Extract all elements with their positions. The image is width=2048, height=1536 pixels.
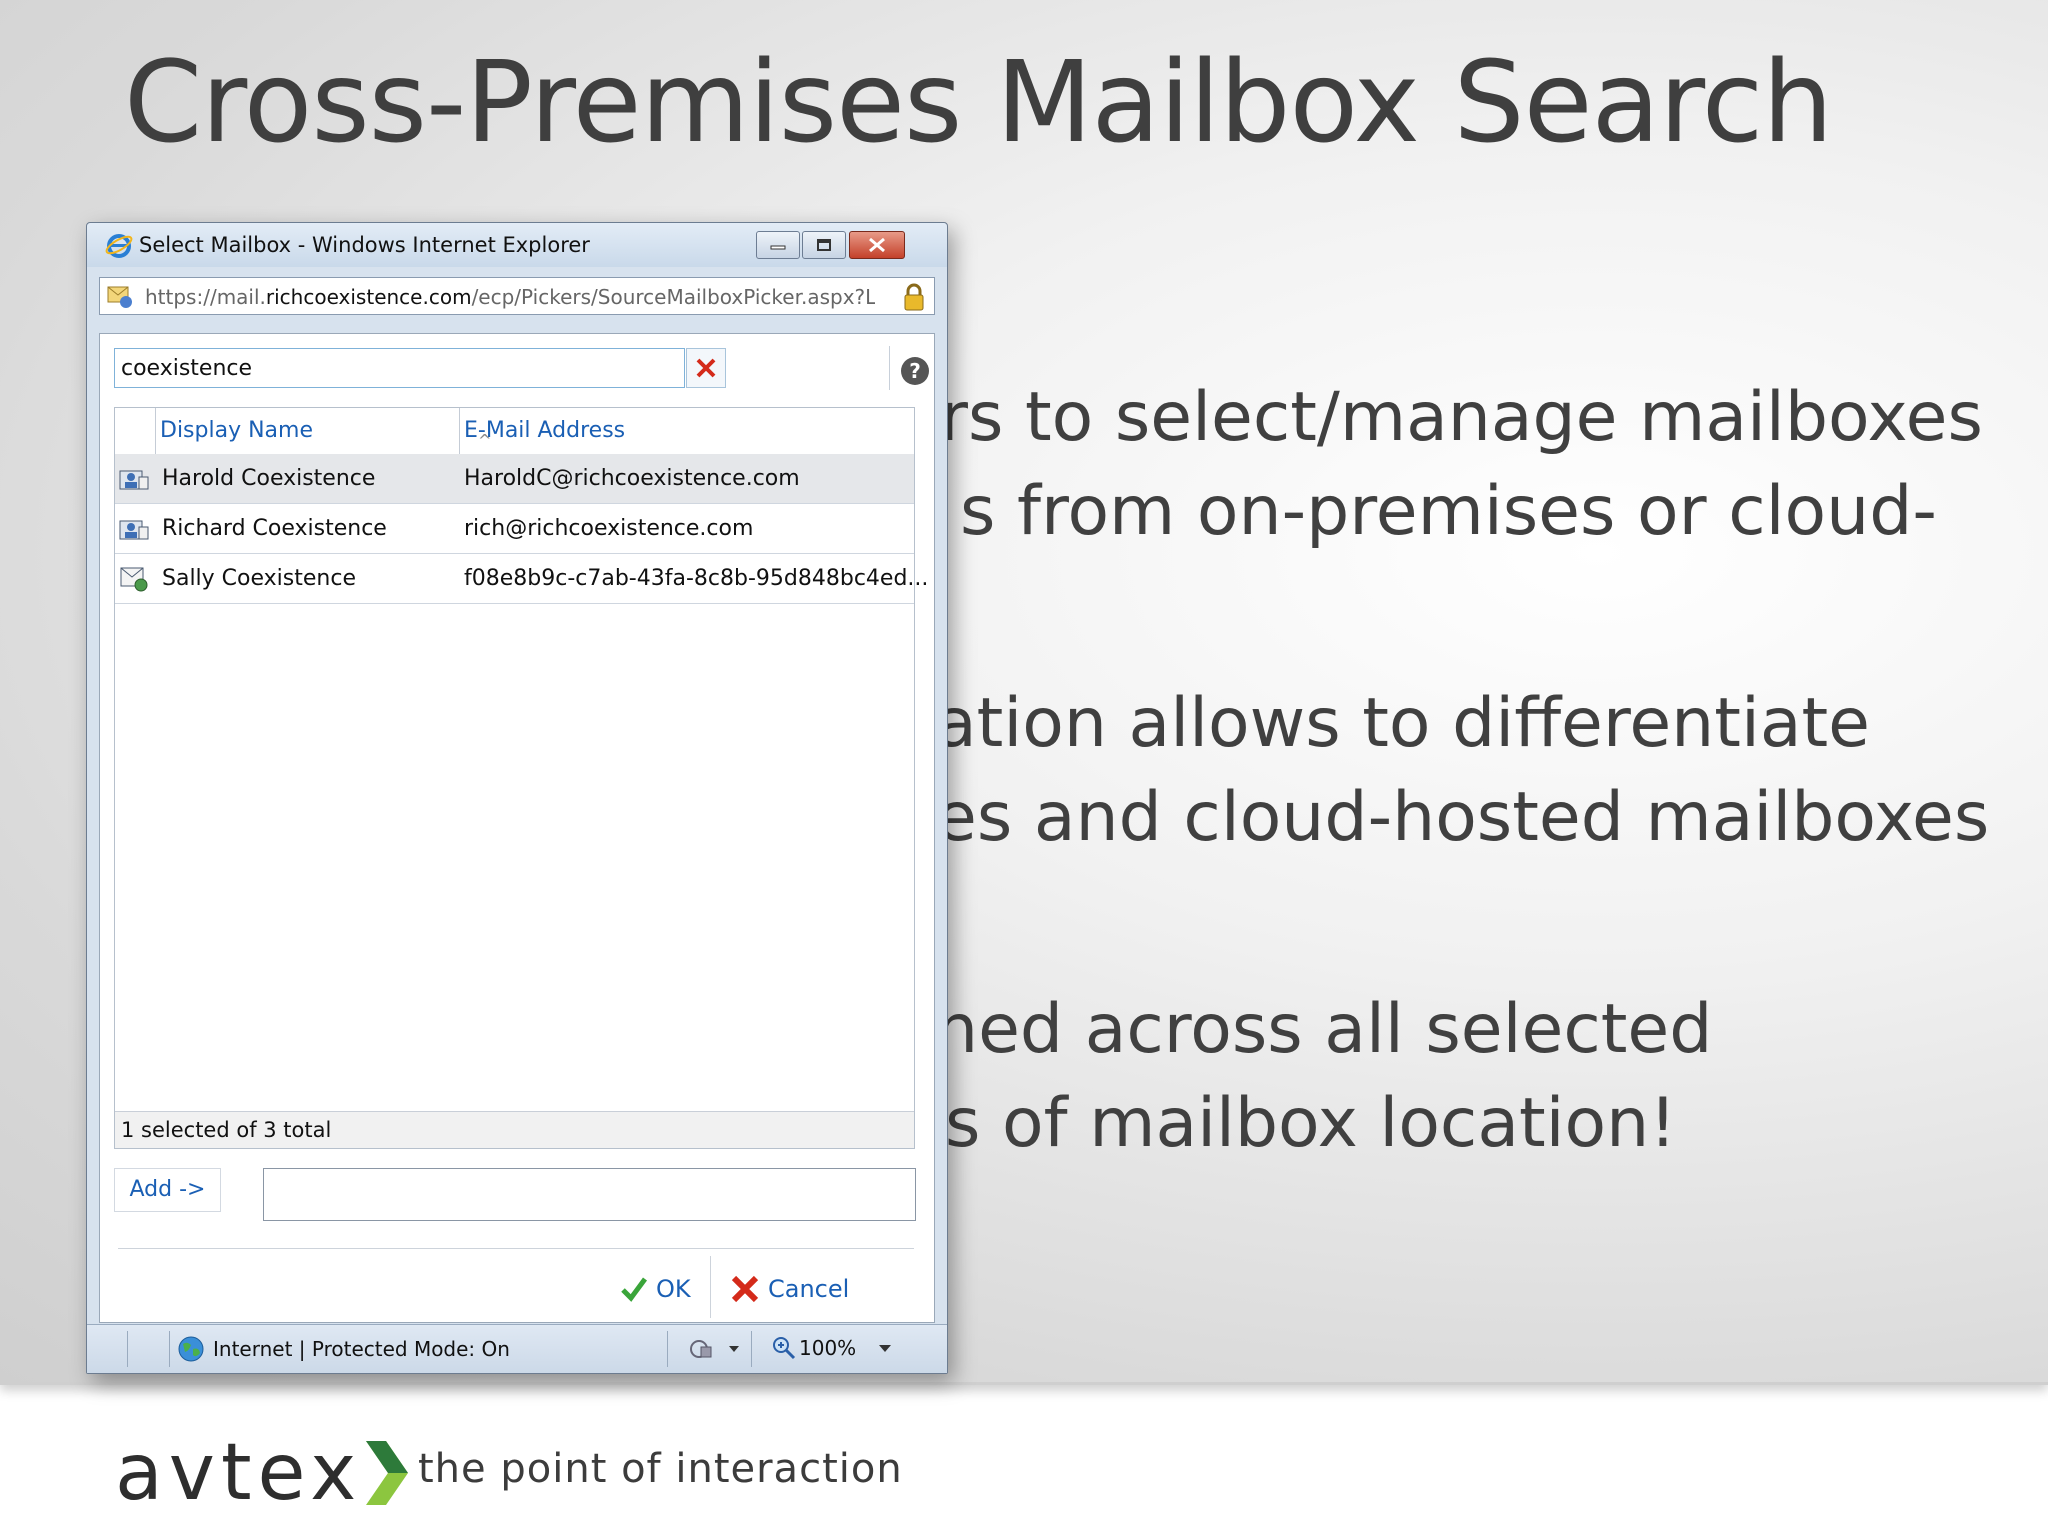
display-name-cell: Harold Coexistence (162, 466, 376, 491)
url-path: /ecp/Pickers/SourceMailboxPicker.aspx?La (471, 285, 875, 309)
dialog-content: coexistence ? Display Name ^ E-Mail Addr… (99, 333, 935, 1323)
display-name-cell: Sally Coexistence (162, 566, 356, 591)
url-domain: richcoexistence.com (265, 285, 472, 309)
maximize-icon (817, 239, 831, 251)
tagline: the point of interaction (418, 1446, 903, 1492)
remote-mailbox-icon (120, 567, 148, 592)
statusbar-divider (127, 1331, 128, 1367)
ok-button[interactable]: OK (620, 1264, 691, 1314)
protected-mode-settings-icon[interactable] (687, 1335, 743, 1363)
column-header-display-name[interactable]: Display Name ^ (155, 408, 491, 454)
selection-status: 1 selected of 3 total (115, 1111, 914, 1148)
email-cell: HaroldC@richcoexistence.com (464, 466, 800, 491)
help-icon[interactable]: ? (900, 356, 930, 386)
browser-status-bar: Internet | Protected Mode: On 100% (87, 1324, 947, 1373)
display-name-cell: Richard Coexistence (162, 516, 387, 541)
maximize-button[interactable] (802, 231, 846, 259)
url-prefix: https://mail. (145, 285, 266, 309)
statusbar-divider (751, 1331, 752, 1367)
button-divider (118, 1248, 914, 1249)
minimize-button[interactable] (756, 231, 800, 259)
user-mailbox-icon (119, 470, 149, 490)
statusbar-divider (667, 1331, 668, 1367)
bullet-text-line: ation allows to differentiate (935, 684, 1870, 763)
checkmark-icon (621, 1277, 648, 1302)
logo-chevron-icon (366, 1441, 409, 1505)
toolbar-divider (889, 346, 890, 390)
user-mailbox-icon (119, 520, 149, 540)
bullet-text-line: ned across all selected (935, 990, 1713, 1069)
zoom-level[interactable]: 100% (799, 1336, 856, 1360)
search-input[interactable]: coexistence (114, 348, 685, 388)
address-bar[interactable]: https://mail.richcoexistence.com/ecp/Pic… (99, 277, 935, 315)
add-button[interactable]: Add -> (114, 1168, 221, 1212)
zoom-dropdown-icon[interactable] (877, 1343, 893, 1353)
bullet-text-line: es and cloud-hosted mailboxes (935, 778, 1990, 857)
button-separator (710, 1256, 711, 1318)
globe-icon (178, 1336, 204, 1362)
ok-label: OK (656, 1275, 691, 1303)
bullet-text-line: rs to select/manage mailboxes (940, 378, 1983, 457)
zoom-icon (773, 1337, 796, 1360)
clear-search-button[interactable] (686, 348, 726, 388)
mailbox-grid: Display Name ^ E-Mail Address Harold Coe… (114, 407, 928, 1149)
search-value: coexistence (121, 356, 253, 381)
email-cell: f08e8b9c-c7ab-43fa-8c8b-95d848bc4ed... (464, 566, 929, 591)
bullet-text-line: s from on-premises or cloud- (960, 472, 1937, 551)
page-mail-icon (107, 286, 132, 308)
clear-x-icon (696, 358, 716, 378)
avtex-logo: avtex (115, 1428, 410, 1518)
close-icon (869, 237, 885, 253)
email-cell: rich@richcoexistence.com (464, 516, 754, 541)
select-mailbox-window: Select Mailbox - Windows Internet Explor… (86, 222, 948, 1374)
column-header-label: E-Mail Address (464, 418, 626, 443)
minimize-icon (770, 245, 786, 250)
url-text: https://mail.richcoexistence.com/ecp/Pic… (145, 285, 875, 309)
cancel-x-icon (731, 1275, 759, 1303)
cancel-label: Cancel (768, 1275, 850, 1303)
window-titlebar[interactable]: Select Mailbox - Windows Internet Explor… (87, 223, 947, 267)
lock-icon[interactable] (902, 282, 926, 312)
close-window-button[interactable] (849, 231, 905, 259)
security-zone-text: Internet | Protected Mode: On (213, 1337, 510, 1361)
column-header-label: Display Name (160, 418, 313, 443)
grid-header: Display Name ^ E-Mail Address (115, 408, 914, 455)
cancel-button[interactable]: Cancel (730, 1264, 849, 1314)
bullet-text-line: s of mailbox location! (945, 1084, 1677, 1163)
column-header-email[interactable]: E-Mail Address (459, 408, 916, 454)
table-row[interactable]: Richard Coexistence rich@richcoexistence… (115, 504, 914, 554)
logo-wordmark: avtex (115, 1428, 363, 1518)
table-row[interactable]: Sally Coexistence f08e8b9c-c7ab-43fa-8c8… (115, 554, 928, 604)
window-title: Select Mailbox - Windows Internet Explor… (139, 233, 590, 257)
selected-mailboxes-field[interactable] (263, 1168, 916, 1221)
statusbar-divider (169, 1331, 170, 1367)
slide-title: Cross-Premises Mailbox Search (124, 38, 1833, 168)
internet-explorer-icon (105, 234, 133, 258)
table-row[interactable]: Harold Coexistence HaroldC@richcoexisten… (115, 454, 914, 504)
svg-text:?: ? (909, 359, 921, 383)
